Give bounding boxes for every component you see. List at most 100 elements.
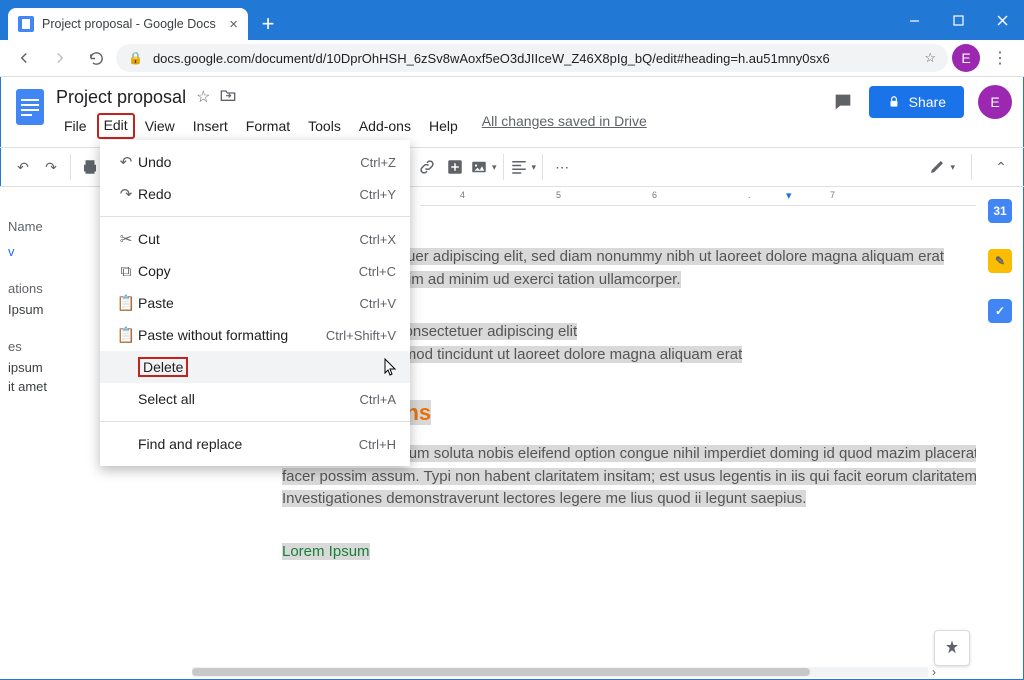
mouse-cursor-icon [382, 358, 398, 378]
menu-separator [100, 421, 410, 422]
menu-item-shortcut: Ctrl+A [360, 392, 396, 407]
menu-item-cut[interactable]: ✂ Cut Ctrl+X [100, 223, 410, 255]
star-document-icon[interactable]: ☆ [196, 87, 210, 107]
more-toolbar-icon[interactable]: ⋯ [549, 154, 575, 180]
menu-item-shortcut: Ctrl+C [359, 264, 396, 279]
docs-avatar[interactable]: E [978, 85, 1012, 119]
paste-icon: 📋 [114, 294, 138, 312]
window-minimize[interactable] [892, 0, 936, 40]
tab-close-icon[interactable]: × [229, 17, 238, 32]
move-document-icon[interactable] [220, 88, 236, 107]
nav-back[interactable] [8, 42, 40, 74]
scrollbar-thumb[interactable] [192, 668, 810, 676]
docs-menubar: File Edit View Insert Format Tools Add-o… [56, 113, 647, 139]
window-close[interactable] [980, 0, 1024, 40]
menu-item-shortcut: Ctrl+Shift+V [326, 328, 396, 343]
address-bar[interactable]: 🔒 docs.google.com/document/d/10DprOhHSH_… [116, 44, 948, 72]
outline-section: es [8, 339, 104, 354]
menu-item-label: Undo [138, 154, 171, 170]
redo-icon: ↷ [114, 185, 138, 203]
redo-icon[interactable]: ↷ [38, 154, 64, 180]
subheading-text: Lorem Ipsum [282, 543, 370, 560]
align-icon[interactable] [510, 154, 537, 180]
tasks-addon-icon[interactable]: ✓ [988, 299, 1012, 323]
side-panel: 31 ✎ ✓ [976, 187, 1024, 679]
insert-link-icon[interactable] [414, 154, 440, 180]
menu-item-shortcut: Ctrl+Y [360, 187, 396, 202]
menu-help[interactable]: Help [421, 113, 466, 139]
ruler-tick: 6 [652, 190, 657, 200]
menu-item-paste[interactable]: 📋 Paste Ctrl+V [100, 287, 410, 319]
ruler-tick: . [748, 190, 751, 200]
menu-file[interactable]: File [56, 113, 95, 139]
insert-image-icon[interactable] [470, 154, 497, 180]
menu-item-shortcut: Ctrl+H [359, 437, 396, 452]
menu-item-shortcut: Ctrl+X [360, 232, 396, 247]
browser-toolbar: 🔒 docs.google.com/document/d/10DprOhHSH_… [0, 40, 1024, 77]
menu-item-delete[interactable]: Delete [100, 351, 410, 383]
share-button-label: Share [909, 94, 946, 110]
outline-title[interactable]: v [8, 244, 104, 259]
docs-logo-icon[interactable] [12, 89, 48, 125]
menu-item-select-all[interactable]: Select all Ctrl+A [100, 383, 410, 415]
calendar-addon-icon[interactable]: 31 [988, 199, 1012, 223]
menu-separator [100, 216, 410, 217]
window-maximize[interactable] [936, 0, 980, 40]
menu-item-label: Delete [138, 357, 188, 377]
menu-item-label: Cut [138, 231, 160, 247]
menu-edit[interactable]: Edit [97, 113, 135, 139]
browser-avatar[interactable]: E [952, 44, 980, 72]
menu-item-label: Paste [138, 295, 174, 311]
share-button[interactable]: Share [869, 86, 964, 118]
scroll-right-icon[interactable]: › [932, 665, 936, 679]
menu-item-paste-without-formatting[interactable]: 📋 Paste without formatting Ctrl+Shift+V [100, 319, 410, 351]
outline-item[interactable]: it amet [8, 379, 104, 394]
menu-item-label: Select all [138, 391, 195, 407]
save-status[interactable]: All changes saved in Drive [482, 113, 647, 139]
menu-item-find-replace[interactable]: Find and replace Ctrl+H [100, 428, 410, 460]
outline-item[interactable]: ipsum [8, 360, 104, 375]
menu-tools[interactable]: Tools [300, 113, 349, 139]
menu-insert[interactable]: Insert [185, 113, 236, 139]
menu-item-redo[interactable]: ↷ Redo Ctrl+Y [100, 178, 410, 210]
browser-tab[interactable]: Project proposal - Google Docs × [8, 8, 248, 40]
add-comment-icon[interactable] [442, 154, 468, 180]
window-controls [892, 0, 1024, 40]
keep-addon-icon[interactable]: ✎ [988, 249, 1012, 273]
menu-item-label: Find and replace [138, 436, 242, 452]
outline-label: Name [8, 219, 104, 234]
outline-panel: Name v ations Ipsum es ipsum it amet [0, 187, 104, 679]
comments-icon[interactable] [831, 90, 855, 114]
undo-icon[interactable]: ↶ [10, 154, 36, 180]
ruler[interactable]: 4 5 6 . ▾ 7 [420, 187, 976, 206]
undo-icon: ↶ [114, 153, 138, 171]
horizontal-scrollbar[interactable]: › [192, 667, 928, 677]
lock-icon: 🔒 [128, 51, 143, 65]
copy-icon: ⧉ [114, 263, 138, 280]
docs-header: Project proposal ☆ File Edit View Insert… [0, 77, 1024, 148]
menu-item-label: Paste without formatting [138, 327, 288, 343]
menu-item-copy[interactable]: ⧉ Copy Ctrl+C [100, 255, 410, 287]
menu-addons[interactable]: Add-ons [351, 113, 419, 139]
menu-item-label: Redo [138, 186, 171, 202]
edit-menu-dropdown: ↶ Undo Ctrl+Z ↷ Redo Ctrl+Y ✂ Cut Ctrl+X… [100, 140, 410, 466]
menu-item-shortcut: Ctrl+Z [360, 155, 396, 170]
menu-item-undo[interactable]: ↶ Undo Ctrl+Z [100, 146, 410, 178]
collapse-toolbar-icon[interactable]: ⌃ [988, 154, 1014, 180]
paste-plain-icon: 📋 [114, 326, 138, 344]
editing-mode-icon[interactable] [928, 154, 955, 180]
explore-button[interactable] [934, 630, 970, 666]
url-text: docs.google.com/document/d/10DprOhHSH_6z… [153, 51, 830, 66]
star-icon[interactable]: ☆ [924, 50, 936, 66]
nav-reload[interactable] [80, 42, 112, 74]
tab-title: Project proposal - Google Docs [42, 17, 216, 31]
menu-item-shortcut: Ctrl+V [360, 296, 396, 311]
outline-item[interactable]: Ipsum [8, 302, 104, 317]
new-tab-button[interactable]: + [254, 10, 282, 38]
right-indent-icon[interactable]: ▾ [786, 189, 792, 202]
menu-item-label: Copy [138, 263, 171, 279]
document-title[interactable]: Project proposal [56, 87, 186, 108]
menu-view[interactable]: View [137, 113, 183, 139]
menu-format[interactable]: Format [238, 113, 298, 139]
browser-menu-icon[interactable]: ⋮ [984, 42, 1016, 74]
